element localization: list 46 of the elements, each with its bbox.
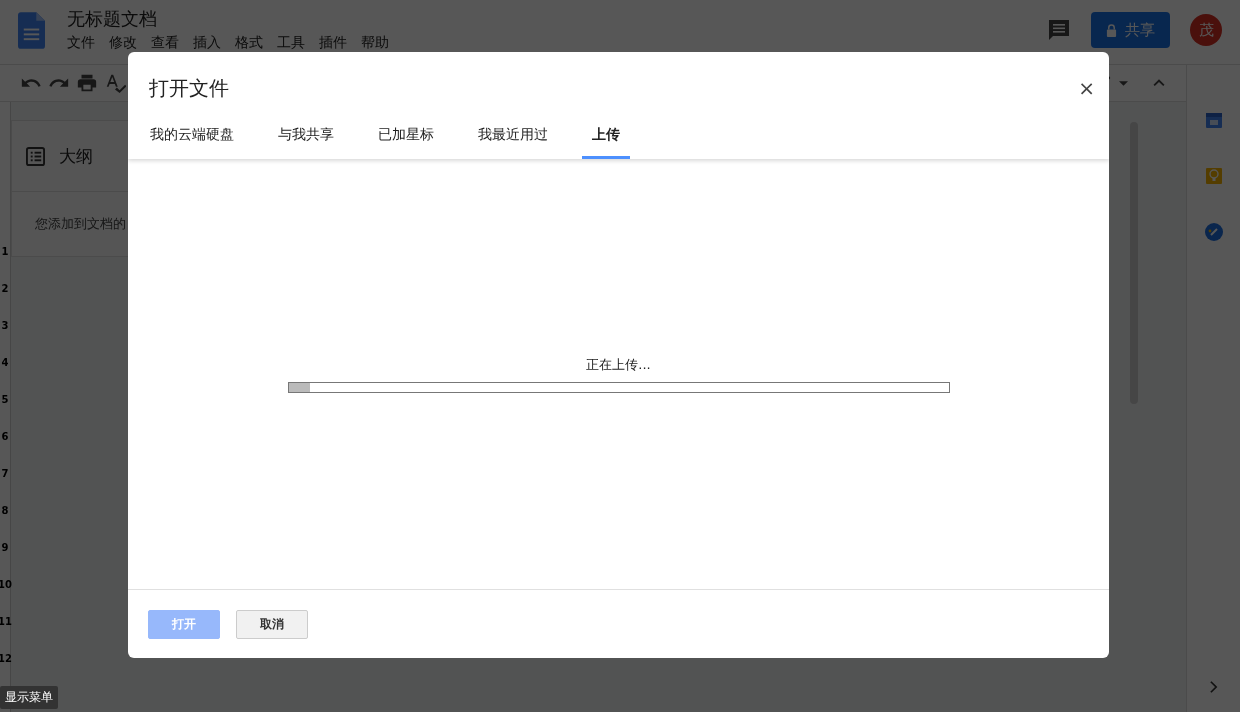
outline-hint: 您添加到文档的: [34, 215, 127, 233]
caret-icon[interactable]: [1119, 80, 1128, 86]
menu-item[interactable]: 插入: [193, 33, 221, 51]
ruler-number: 2: [1, 282, 9, 294]
lock-icon: [1106, 23, 1117, 37]
ruler-number: 9: [1, 541, 9, 553]
ruler-number: 12: [0, 652, 12, 664]
ruler-number: 11: [0, 615, 12, 627]
calendar-icon[interactable]: [1203, 110, 1224, 130]
menu-item[interactable]: 文件: [67, 33, 95, 51]
dialog-tab[interactable]: 我最近用过: [468, 126, 558, 159]
share-button[interactable]: 共享: [1091, 12, 1170, 48]
menu-item[interactable]: 帮助: [361, 33, 389, 51]
lightbulb-icon[interactable]: [1203, 166, 1224, 186]
dialog-tab[interactable]: 我的云端硬盘: [140, 126, 244, 159]
chevron-right-icon[interactable]: [1209, 680, 1218, 694]
dialog-tab[interactable]: 已加星标: [368, 126, 444, 159]
ruler-number: 6: [1, 430, 9, 442]
dialog-tab[interactable]: 与我共享: [268, 126, 344, 159]
menu-item[interactable]: 查看: [151, 33, 179, 51]
upload-status: 正在上传...: [586, 355, 651, 374]
ruler-number: 7: [1, 467, 9, 479]
close-button[interactable]: ×: [1074, 76, 1099, 100]
menu-item[interactable]: 插件: [319, 33, 347, 51]
document-icon[interactable]: [18, 12, 45, 49]
dialog-tab[interactable]: 上传: [582, 126, 630, 159]
dialog-title: 打开文件: [149, 74, 229, 102]
ruler-number: 1: [1, 245, 9, 257]
ruler-number: 5: [1, 393, 9, 405]
menu-item[interactable]: 格式: [235, 33, 263, 51]
print-icon[interactable]: [76, 72, 98, 94]
ruler-number: 4: [1, 356, 9, 368]
comment-icon[interactable]: [1047, 18, 1071, 42]
ruler-number: 10: [0, 578, 12, 590]
cancel-button[interactable]: 取消: [236, 609, 308, 639]
menu-item[interactable]: 工具: [277, 33, 305, 51]
show-menu-tooltip: 显示菜单: [0, 686, 58, 709]
menu-item[interactable]: 修改: [109, 33, 137, 51]
document-title[interactable]: 无标题文档: [67, 6, 389, 32]
spellcheck-icon[interactable]: [104, 72, 126, 94]
ruler-number: 3: [1, 319, 9, 331]
outline-title: 大纲: [59, 144, 93, 168]
user-avatar[interactable]: 茂: [1190, 14, 1222, 46]
ruler-number: 8: [1, 504, 9, 516]
tasks-icon[interactable]: [1203, 222, 1224, 242]
outline-icon[interactable]: [26, 146, 45, 166]
